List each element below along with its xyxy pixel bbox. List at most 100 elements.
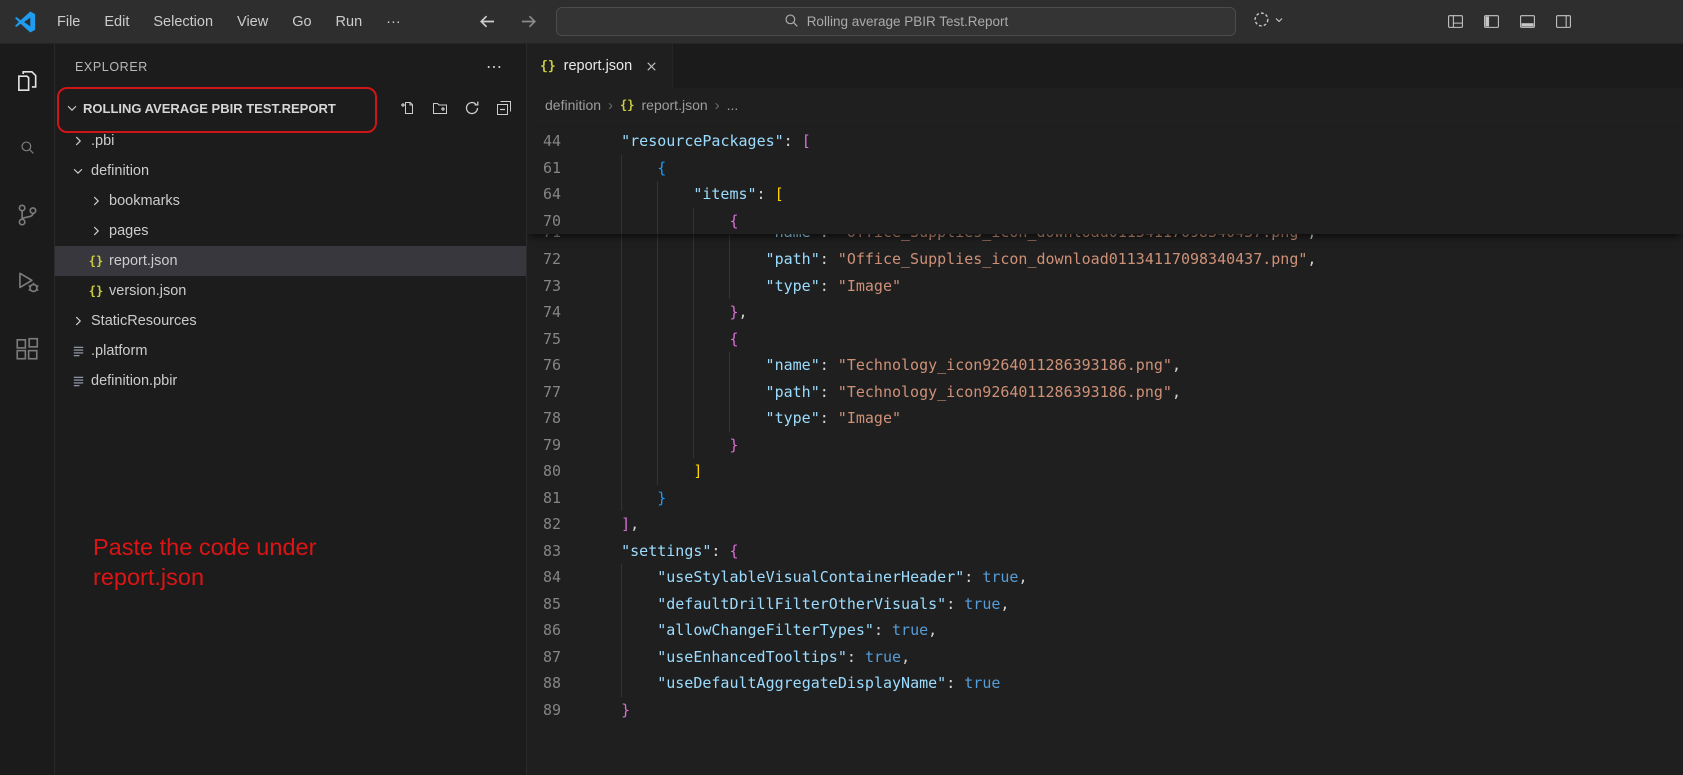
line-number: 70 [527, 208, 585, 235]
line-number: 88 [527, 670, 585, 697]
menu-go[interactable]: Go [281, 9, 322, 35]
customize-layout-icon[interactable] [1447, 13, 1464, 30]
code-line-79: 79} [527, 432, 1683, 459]
sticky-scroll: 44"resourcePackages": [61{64"items": [70… [527, 128, 1683, 234]
toggle-primary-sidebar-icon[interactable] [1483, 13, 1500, 30]
line-number: 80 [527, 458, 585, 485]
clipped-code-line: 71"name": "Office_Supplies_icon_download… [527, 234, 1683, 246]
menu-file[interactable]: File [46, 9, 91, 35]
tree-item-pages[interactable]: pages [55, 216, 526, 246]
explorer-title: EXPLORER [75, 60, 148, 74]
close-tab-icon[interactable] [644, 59, 659, 74]
tree-item-label: .pbi [91, 133, 114, 149]
activity-run-debug-icon[interactable] [0, 248, 54, 315]
code-line-72: 72"path": "Office_Supplies_icon_download… [527, 246, 1683, 273]
account-menu[interactable] [1253, 11, 1285, 33]
menu-run[interactable]: Run [325, 9, 374, 35]
tab-label: report.json [564, 58, 633, 74]
editor-group: {} report.json definition›{}report.json›… [527, 44, 1683, 775]
code-line-80: 80] [527, 458, 1683, 485]
breadcrumb-item[interactable]: definition [545, 97, 601, 113]
tree-item-label: version.json [109, 283, 186, 299]
breadcrumb-item[interactable]: ... [727, 97, 739, 113]
tree-item-pbi[interactable]: .pbi [55, 126, 526, 156]
folder-section-title: ROLLING AVERAGE PBIR TEST.REPORT [83, 101, 336, 116]
line-number: 73 [527, 273, 585, 300]
menu-selection[interactable]: Selection [142, 9, 224, 35]
menu-bar: FileEditSelectionViewGoRun··· [46, 9, 412, 35]
menu-[interactable]: ··· [375, 9, 412, 35]
line-number: 85 [527, 591, 585, 618]
line-number: 71 [527, 234, 585, 246]
json-icon: {} [87, 284, 105, 298]
refresh-icon[interactable] [464, 100, 480, 116]
account-icon [1253, 11, 1270, 33]
chevron-down-icon [1273, 13, 1285, 31]
new-file-icon[interactable] [400, 100, 416, 116]
code-line-81: 81} [527, 485, 1683, 512]
code-line-70: 70{ [527, 208, 1683, 235]
activity-bar [0, 44, 55, 775]
code-line-83: 83"settings": { [527, 538, 1683, 565]
code-line-71: 71"name": "Office_Supplies_icon_download… [527, 234, 1683, 246]
json-icon: {} [87, 254, 105, 268]
folder-section-header[interactable]: ROLLING AVERAGE PBIR TEST.REPORT [55, 90, 526, 126]
menu-view[interactable]: View [226, 9, 279, 35]
code-line-77: 77"path": "Technology_icon92640112863931… [527, 379, 1683, 406]
json-icon: {} [620, 98, 634, 112]
line-number: 79 [527, 432, 585, 459]
breadcrumb-item[interactable]: report.json [642, 97, 708, 113]
code-line-76: 76"name": "Technology_icon92640112863931… [527, 352, 1683, 379]
collapse-all-icon[interactable] [496, 100, 512, 116]
code-line-86: 86"allowChangeFilterTypes": true, [527, 617, 1683, 644]
code-line-73: 73"type": "Image" [527, 273, 1683, 300]
go-back-icon[interactable] [478, 12, 497, 31]
chevron-right-icon: › [608, 97, 613, 114]
command-center-search[interactable]: Rolling average PBIR Test.Report [556, 7, 1236, 36]
chevron-right-icon [87, 194, 105, 208]
code-line-82: 82], [527, 511, 1683, 538]
line-number: 84 [527, 564, 585, 591]
vscode-window: FileEditSelectionViewGoRun··· Rolling av… [0, 0, 1683, 775]
tab-bar: {} report.json [527, 44, 1683, 88]
code-line-74: 74}, [527, 299, 1683, 326]
tab-report-json[interactable]: {} report.json [527, 44, 673, 88]
tree-item-definition-pbir[interactable]: definition.pbir [55, 366, 526, 396]
line-number: 76 [527, 352, 585, 379]
toggle-panel-icon[interactable] [1519, 13, 1536, 30]
tree-item-definition[interactable]: definition [55, 156, 526, 186]
activity-files-icon[interactable] [0, 47, 54, 114]
activity-extensions-icon[interactable] [0, 315, 54, 382]
code-line-88: 88"useDefaultAggregateDisplayName": true [527, 670, 1683, 697]
toggle-secondary-sidebar-icon[interactable] [1555, 13, 1572, 30]
explorer-toolbar [400, 100, 512, 116]
json-icon: {} [540, 58, 556, 74]
line-number: 75 [527, 326, 585, 353]
menu-edit[interactable]: Edit [93, 9, 140, 35]
line-number: 82 [527, 511, 585, 538]
tree-item-staticresources[interactable]: StaticResources [55, 306, 526, 336]
go-forward-icon[interactable] [519, 12, 538, 31]
line-number: 78 [527, 405, 585, 432]
tree-item-label: bookmarks [109, 193, 180, 209]
explorer-more-button[interactable]: ⋯ [486, 57, 504, 77]
line-number: 61 [527, 155, 585, 182]
tree-item-bookmarks[interactable]: bookmarks [55, 186, 526, 216]
explorer-sidebar: EXPLORER ⋯ ROLLING AVERAGE PBIR TEST.REP… [55, 44, 527, 775]
line-number: 87 [527, 644, 585, 671]
title-bar: FileEditSelectionViewGoRun··· Rolling av… [0, 0, 1683, 44]
code-line-61: 61{ [527, 155, 1683, 182]
tree-item-platform[interactable]: .platform [55, 336, 526, 366]
code-line-75: 75{ [527, 326, 1683, 353]
activity-search-icon[interactable] [0, 114, 54, 181]
tree-item-report-json[interactable]: {}report.json [55, 246, 526, 276]
annotation-note: Paste the code under report.json [93, 532, 368, 592]
tree-item-version-json[interactable]: {} version.json [55, 276, 526, 306]
vscode-logo-icon [14, 11, 36, 33]
code-editor[interactable]: 44"resourcePackages": [61{64"items": [70… [527, 122, 1683, 775]
workbench: EXPLORER ⋯ ROLLING AVERAGE PBIR TEST.REP… [0, 44, 1683, 775]
new-folder-icon[interactable] [432, 100, 448, 116]
code-line-87: 87"useEnhancedTooltips": true, [527, 644, 1683, 671]
line-number: 89 [527, 697, 585, 724]
activity-source-control-icon[interactable] [0, 181, 54, 248]
